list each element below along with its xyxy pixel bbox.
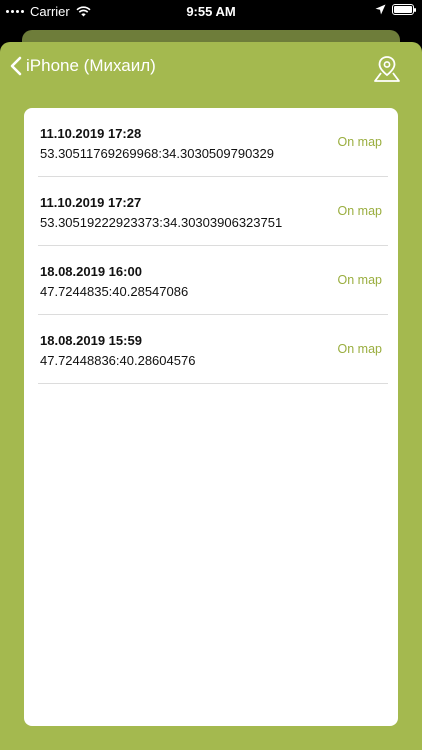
nav-bar: iPhone (Михаил) <box>0 42 422 98</box>
on-map-link[interactable]: On map <box>338 204 382 218</box>
chevron-left-icon <box>10 56 22 76</box>
location-coords: 47.7244835:40.28547086 <box>40 284 189 299</box>
on-map-link[interactable]: On map <box>338 135 382 149</box>
location-datetime: 18.08.2019 16:00 <box>40 264 142 279</box>
back-label: iPhone (Михаил) <box>26 56 156 75</box>
location-arrow-icon <box>375 4 386 15</box>
status-bar: Carrier 9:55 AM <box>0 0 422 22</box>
location-coords: 53.30519222923373:34.30303906323751 <box>40 215 283 230</box>
map-pin-icon <box>374 56 400 82</box>
map-button[interactable] <box>372 54 402 84</box>
locations-list: 11.10.2019 17:28 53.30511769269968:34.30… <box>24 108 398 726</box>
battery-icon <box>392 4 416 15</box>
location-datetime: 18.08.2019 15:59 <box>40 333 142 348</box>
on-map-link[interactable]: On map <box>338 342 382 356</box>
status-time: 9:55 AM <box>186 4 236 19</box>
location-row: 11.10.2019 17:27 53.30519222923373:34.30… <box>38 177 388 246</box>
location-row: 18.08.2019 15:59 47.72448836:40.28604576… <box>38 315 388 384</box>
modal-sheet: iPhone (Михаил) 11.10.2019 17:28 53.3051… <box>0 42 422 750</box>
location-coords: 53.30511769269968:34.3030509790329 <box>40 146 274 161</box>
status-right <box>375 4 416 15</box>
location-coords: 47.72448836:40.28604576 <box>40 353 196 368</box>
location-row: 11.10.2019 17:28 53.30511769269968:34.30… <box>38 108 388 177</box>
location-row: 18.08.2019 16:00 47.7244835:40.28547086 … <box>38 246 388 315</box>
back-button[interactable]: iPhone (Михаил) <box>10 56 156 76</box>
on-map-link[interactable]: On map <box>338 273 382 287</box>
location-datetime: 11.10.2019 17:27 <box>40 195 142 210</box>
location-datetime: 11.10.2019 17:28 <box>40 126 142 141</box>
